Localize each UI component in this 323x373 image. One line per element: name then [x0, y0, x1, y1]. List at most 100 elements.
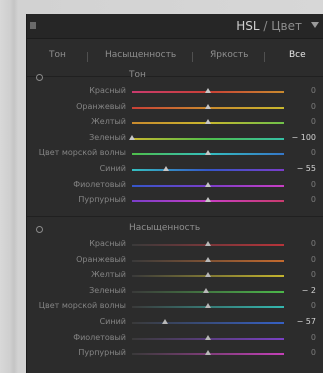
slider-row: Синий − 55: [27, 163, 323, 177]
panel-title-main: HSL: [236, 19, 260, 33]
slider-value[interactable]: 0: [311, 195, 316, 204]
slider-track[interactable]: [132, 88, 284, 93]
slider-value[interactable]: 0: [311, 255, 316, 264]
slider-track[interactable]: [132, 181, 284, 187]
tab-divider: [87, 52, 88, 62]
tab-hue[interactable]: Тон: [49, 50, 66, 60]
slider-value[interactable]: − 55: [297, 164, 316, 173]
slider-thumb[interactable]: [161, 319, 168, 324]
slider-thumb[interactable]: [205, 241, 211, 246]
slider-track[interactable]: [132, 241, 284, 246]
slider-value[interactable]: − 100: [291, 133, 316, 142]
slider-row: Цвет морской волны 0: [27, 147, 323, 161]
slider-label: Фиолетовый: [73, 179, 126, 189]
slider-label: Красный: [89, 86, 126, 95]
slider-thumb[interactable]: [205, 350, 211, 356]
slider-row: Желтый 0: [27, 269, 323, 283]
slider-track[interactable]: [129, 134, 284, 140]
slider-label: Зеленый: [89, 285, 126, 295]
divider: [27, 216, 323, 217]
slider-label: Пурпурный: [78, 348, 126, 358]
slider-value[interactable]: 0: [311, 239, 316, 248]
slider-thumb[interactable]: [205, 150, 211, 156]
slider-track[interactable]: [132, 350, 284, 356]
slider-label: Желтый: [91, 270, 126, 280]
slider-track[interactable]: [132, 287, 284, 293]
slider-row: Фиолетовый 0: [27, 179, 323, 193]
slider-thumb[interactable]: [205, 103, 211, 109]
slider-row: Фиолетовый 0: [27, 332, 323, 346]
tab-divider: [264, 52, 265, 62]
slider-value[interactable]: − 2: [302, 286, 316, 295]
slider-track[interactable]: [132, 319, 284, 324]
slider-label: Зеленый: [89, 132, 126, 142]
slider-value[interactable]: 0: [311, 348, 316, 357]
slider-row: Пурпурный 0: [27, 194, 323, 208]
slider-row: Красный 0: [27, 238, 323, 252]
slider-value[interactable]: 0: [311, 86, 316, 95]
target-adjust-icon[interactable]: [36, 74, 43, 81]
slider-track[interactable]: [132, 272, 284, 278]
slider-label: Желтый: [91, 117, 126, 127]
hsl-panel: HSL / Цвет Тон Насыщенность Яркость Все …: [26, 14, 323, 373]
panel-title-separator: /: [263, 19, 268, 33]
slider-thumb[interactable]: [205, 119, 211, 125]
slider-track[interactable]: [132, 334, 284, 340]
slider-thumb[interactable]: [163, 166, 170, 171]
slider-thumb[interactable]: [205, 256, 211, 262]
slider-value[interactable]: − 57: [297, 317, 316, 326]
slider-thumb[interactable]: [129, 134, 135, 140]
divider: [27, 76, 323, 77]
target-adjust-icon[interactable]: [36, 226, 43, 233]
slider-track[interactable]: [132, 103, 284, 109]
slider-label: Оранжевый: [76, 101, 126, 111]
panel-header[interactable]: HSL / Цвет: [27, 14, 323, 39]
section-title: Тон: [129, 70, 146, 80]
slider-row: Красный 0: [27, 85, 323, 99]
slider-track[interactable]: [132, 150, 284, 156]
slider-row: Оранжевый 0: [27, 101, 323, 115]
slider-label: Цвет морской волны: [38, 148, 126, 158]
slider-label: Фиолетовый: [73, 332, 126, 342]
slider-row: Синий − 57: [27, 316, 323, 330]
slider-thumb[interactable]: [205, 181, 211, 187]
slider-thumb[interactable]: [205, 334, 211, 340]
slider-label: Синий: [99, 164, 126, 173]
slider-label: Синий: [99, 317, 126, 326]
tab-saturation[interactable]: Насыщенность: [105, 50, 176, 60]
slider-value[interactable]: 0: [311, 102, 316, 111]
slider-label: Оранжевый: [76, 254, 126, 264]
slider-value[interactable]: 0: [311, 148, 316, 157]
panel-handle-icon[interactable]: [30, 22, 36, 29]
slider-track[interactable]: [132, 119, 284, 125]
slider-value[interactable]: 0: [311, 180, 316, 189]
tab-all[interactable]: Все: [289, 50, 306, 60]
slider-track[interactable]: [132, 197, 284, 203]
collapse-triangle-icon[interactable]: [311, 22, 319, 28]
section-title: Насыщенность: [129, 223, 201, 233]
slider-value[interactable]: 0: [311, 301, 316, 310]
slider-track[interactable]: [132, 166, 284, 171]
tab-divider: [192, 52, 193, 62]
panel-title-color-tab[interactable]: Цвет: [271, 19, 302, 33]
hsl-tabs: Тон Насыщенность Яркость Все: [27, 50, 323, 66]
slider-thumb[interactable]: [205, 88, 211, 93]
slider-label: Красный: [89, 239, 126, 248]
slider-row: Цвет морской волны 0: [27, 300, 323, 314]
slider-row: Пурпурный 0: [27, 347, 323, 361]
slider-label: Пурпурный: [78, 195, 126, 205]
slider-row: Зеленый − 2: [27, 285, 323, 299]
tab-luminance[interactable]: Яркость: [210, 50, 248, 60]
slider-label: Цвет морской волны: [38, 301, 126, 311]
slider-thumb[interactable]: [205, 197, 211, 203]
slider-row: Зеленый − 100: [27, 132, 323, 146]
slider-track[interactable]: [132, 256, 284, 262]
slider-thumb[interactable]: [203, 287, 210, 293]
slider-thumb[interactable]: [205, 303, 211, 309]
slider-value[interactable]: 0: [311, 333, 316, 342]
slider-row: Желтый 0: [27, 116, 323, 130]
slider-thumb[interactable]: [205, 272, 211, 278]
slider-track[interactable]: [132, 303, 284, 309]
slider-value[interactable]: 0: [311, 270, 316, 279]
slider-value[interactable]: 0: [311, 117, 316, 126]
